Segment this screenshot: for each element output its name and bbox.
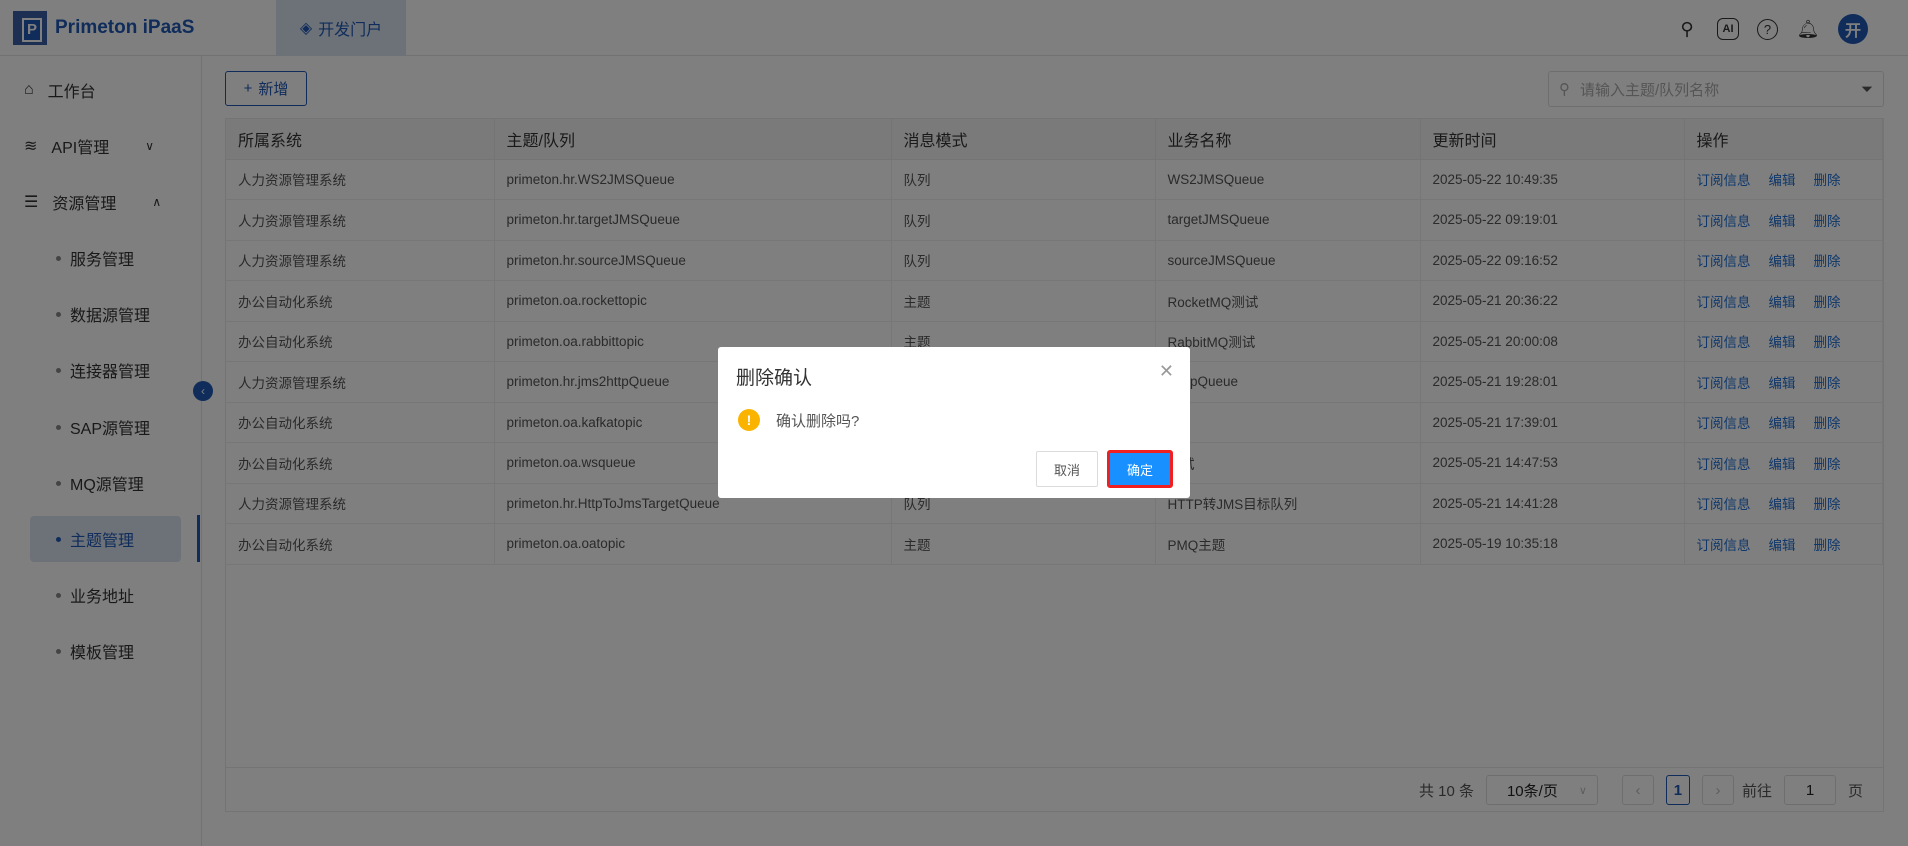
dialog-title: 删除确认 (736, 368, 813, 389)
cancel-button[interactable]: 取消 (1036, 451, 1098, 487)
dialog-message: 确认删除吗? (776, 413, 860, 430)
confirm-button[interactable]: 确定 (1107, 450, 1173, 488)
close-icon[interactable]: ✕ (1159, 361, 1174, 382)
delete-confirm-dialog: 删除确认 ✕ ! 确认删除吗? 取消 确定 (718, 347, 1190, 498)
warning-icon: ! (738, 409, 760, 431)
